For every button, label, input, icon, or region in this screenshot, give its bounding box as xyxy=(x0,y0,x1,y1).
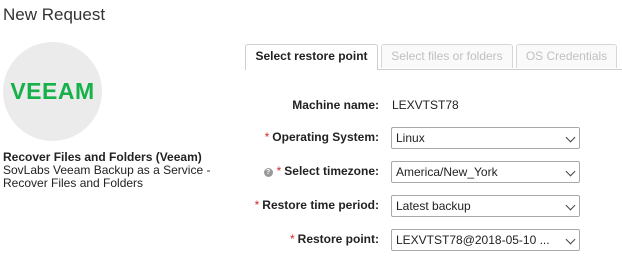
restore-time-period-label: * Restore time period: xyxy=(254,198,379,212)
restore-point-value: LEXVTST78@2018-05-10 ... xyxy=(396,233,550,247)
catalog-item-description: SovLabs Veeam Backup as a Service - Reco… xyxy=(3,163,211,190)
chevron-down-icon xyxy=(565,132,576,143)
machine-name-row: Machine name: LEXVTST78 xyxy=(245,95,622,117)
veeam-logo-text: VEEAM xyxy=(10,78,95,104)
tab-select-files-or-folders[interactable]: Select files or folders xyxy=(381,44,513,68)
machine-name-label: Machine name: xyxy=(292,98,379,112)
catalog-item-info: Recover Files and Folders (Veeam) SovLab… xyxy=(3,151,235,190)
restore-time-period-select[interactable]: Latest backup xyxy=(391,195,580,217)
operating-system-value: Linux xyxy=(396,131,425,145)
timezone-value: America/New_York xyxy=(396,165,498,179)
required-marker: * xyxy=(276,164,282,178)
chevron-down-icon xyxy=(565,200,576,211)
restore-time-period-value: Latest backup xyxy=(396,199,471,213)
request-tabs: Select restore point Select files or fol… xyxy=(245,44,622,70)
operating-system-select[interactable]: Linux xyxy=(391,127,580,149)
operating-system-label: * Operating System: xyxy=(264,130,379,144)
required-marker: * xyxy=(264,130,270,144)
required-marker: * xyxy=(289,232,295,246)
chevron-down-icon xyxy=(565,234,576,245)
tab-select-restore-point[interactable]: Select restore point xyxy=(245,44,378,70)
timezone-row: ? * Select timezone: America/New_York xyxy=(245,161,622,183)
machine-name-value: LEXVTST78 xyxy=(392,98,459,112)
required-marker: * xyxy=(254,198,260,212)
tab-os-credentials[interactable]: OS Credentials xyxy=(516,44,617,68)
restore-point-label: * Restore point: xyxy=(289,232,379,246)
restore-time-period-row: * Restore time period: Latest backup xyxy=(245,195,622,217)
chevron-down-icon xyxy=(565,166,576,177)
restore-point-row: * Restore point: LEXVTST78@2018-05-10 ... xyxy=(245,229,622,251)
operating-system-row: * Operating System: Linux xyxy=(245,127,622,149)
page-title: New Request xyxy=(3,5,106,24)
restore-point-select[interactable]: LEXVTST78@2018-05-10 ... xyxy=(391,229,580,251)
timezone-label: ? * Select timezone: xyxy=(263,164,379,178)
veeam-logo: VEEAM xyxy=(3,42,102,141)
help-icon[interactable]: ? xyxy=(263,168,273,177)
timezone-select[interactable]: America/New_York xyxy=(391,161,580,183)
